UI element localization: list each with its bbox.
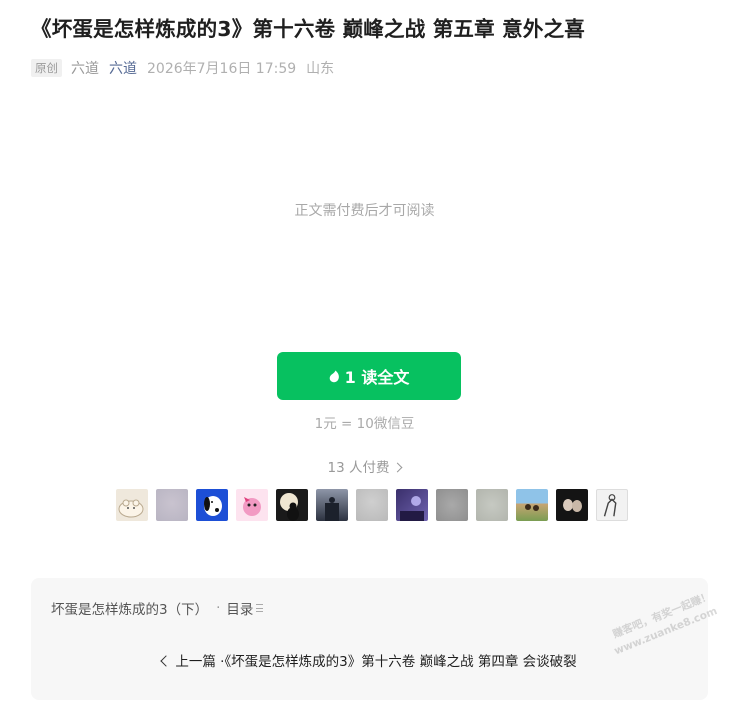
payers-count-link[interactable]: 13 人付费 [0, 456, 729, 476]
exchange-rate: 1元 = 10微信豆 [314, 416, 415, 432]
previous-label: 上一篇 · [175, 654, 225, 670]
read-full-text-label: 1 读全文 [344, 368, 410, 387]
album-card: 坏蛋是怎样炼成的3（下） · 目录 上一篇 ·《坏蛋是怎样炼成的3》第十六卷 巅… [31, 578, 708, 700]
list-icon [256, 604, 264, 612]
avatar-blurred-1[interactable] [156, 489, 188, 521]
author-name: 六道 [71, 61, 99, 77]
read-full-text-button[interactable]: 1 读全文 [277, 352, 461, 400]
payers-count-label: 13 人付费 [327, 460, 390, 476]
article-meta: 原创 六道 六道 2026年7月16日 17:59 山东 [31, 58, 334, 78]
avatar-blurred-4[interactable] [476, 489, 508, 521]
avatar-pink-cartoon[interactable] [236, 489, 268, 521]
avatar-blurred-3[interactable] [436, 489, 468, 521]
article-title: 《坏蛋是怎样炼成的3》第十六卷 巅峰之战 第五章 意外之喜 [31, 17, 585, 41]
avatar-cartoon-bear[interactable] [116, 489, 148, 521]
payer-avatar-list [116, 489, 636, 521]
album-separator: · [216, 600, 221, 616]
wechat-bean-icon [329, 370, 339, 382]
avatar-snoopy[interactable] [196, 489, 228, 521]
publish-time: 2026年7月16日 17:59 [147, 61, 297, 77]
avatar-sketch[interactable] [596, 489, 628, 521]
chevron-right-icon [393, 462, 403, 473]
album-name: 坏蛋是怎样炼成的3（下） [51, 602, 209, 618]
avatar-beach-photo[interactable] [516, 489, 548, 521]
account-link[interactable]: 六道 [109, 58, 137, 78]
avatar-purple-night[interactable] [396, 489, 428, 521]
original-tag: 原创 [31, 59, 62, 77]
paywall-notice: 正文需付费后才可阅读 [294, 203, 435, 219]
previous-article-link[interactable]: 上一篇 ·《坏蛋是怎样炼成的3》第十六卷 巅峰之战 第四章 会谈破裂 [31, 650, 708, 670]
avatar-dark-couple[interactable] [556, 489, 588, 521]
avatar-moon-silhouette[interactable] [276, 489, 308, 521]
toc-label: 目录 [226, 602, 254, 618]
album-header[interactable]: 坏蛋是怎样炼成的3（下） · 目录 [51, 598, 264, 618]
avatar-blurred-2[interactable] [356, 489, 388, 521]
avatar-night-photo[interactable] [316, 489, 348, 521]
previous-article-title: 《坏蛋是怎样炼成的3》第十六卷 巅峰之战 第四章 会谈破裂 [224, 654, 577, 670]
chevron-left-icon [160, 655, 173, 667]
publish-location: 山东 [306, 61, 335, 77]
